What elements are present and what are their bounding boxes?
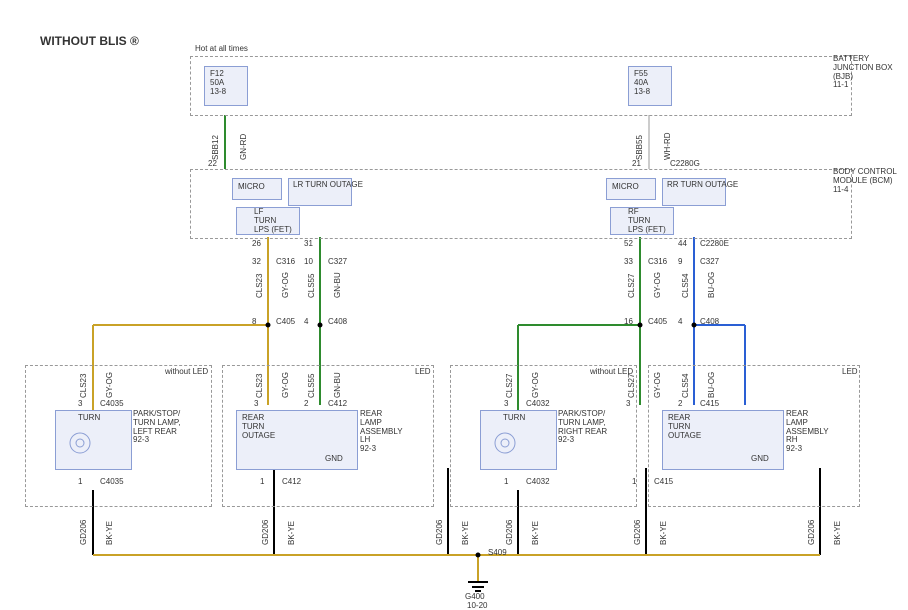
splice-s409: S409: [488, 549, 507, 558]
bjb-name: BATTERY JUNCTION BOX (BJB)11-1: [833, 55, 898, 90]
wiring-diagram: WITHOUT BLIS ®: [0, 0, 908, 610]
pin-22: 22: [208, 160, 217, 169]
sbb12-label: SBB12: [212, 135, 221, 160]
hot-label: Hot at all times: [195, 45, 248, 54]
sbb55-label: SBB55: [636, 135, 645, 160]
bcm-name: BODY CONTROL MODULE (BCM)11-4: [833, 168, 898, 194]
pin-21: 21: [632, 160, 641, 169]
c2280g: C2280G: [670, 160, 700, 169]
whrd-label: WH-RD: [664, 132, 673, 160]
ground-ref: 10-20: [467, 602, 487, 610]
bjb-box: [190, 56, 852, 116]
gnrd-label: GN-RD: [240, 134, 249, 160]
